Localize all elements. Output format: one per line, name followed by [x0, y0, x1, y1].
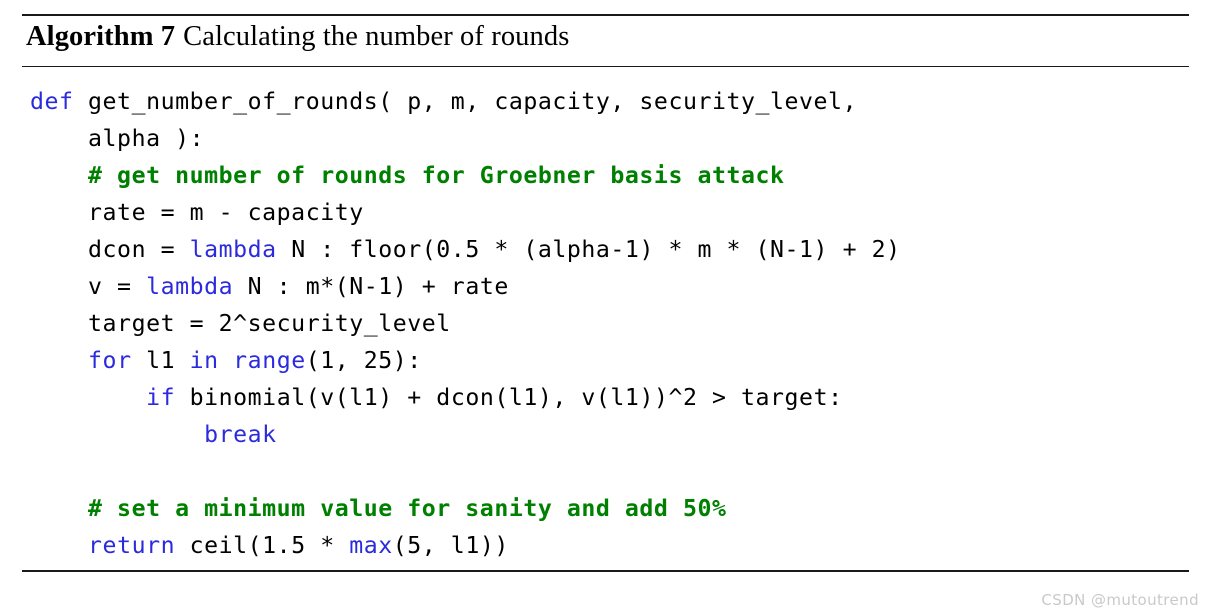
algorithm-caption-rule	[22, 66, 1189, 67]
code-token-kw: lambda	[189, 236, 277, 263]
code-line: break	[30, 416, 1189, 453]
code-token-plain: (5, l1))	[392, 532, 509, 559]
code-line: v = lambda N : m*(N-1) + rate	[30, 268, 1189, 305]
algorithm-bottom-rule	[22, 570, 1189, 572]
code-token-kw: in	[189, 347, 219, 374]
code-token-plain: N : m*(N-1) + rate	[233, 273, 509, 300]
algorithm-code-block: def get_number_of_rounds( p, m, capacity…	[22, 83, 1189, 564]
code-token-plain: N : floor(0.5 * (alpha-1) * m * (N-1) + …	[276, 236, 901, 263]
code-line: rate = m - capacity	[30, 194, 1189, 231]
algorithm-title-label: Calculating the number of rounds	[183, 21, 570, 52]
code-token-plain: binomial(v(l1) + dcon(l1), v(l1))^2 > ta…	[175, 384, 843, 411]
code-token-kw: def	[30, 88, 74, 115]
algorithm-caption: Algorithm 7 Calculating the number of rou…	[22, 16, 1189, 61]
algorithm-float: Algorithm 7 Calculating the number of rou…	[0, 0, 1211, 610]
code-line: # get number of rounds for Groebner basi…	[30, 157, 1189, 194]
code-token-plain: v =	[30, 273, 147, 300]
code-line: target = 2^security_level	[30, 305, 1189, 342]
code-token-kw: max	[349, 532, 393, 559]
algorithm-number-label: Algorithm 7	[26, 21, 176, 52]
code-token-kw: return	[88, 532, 176, 559]
code-token-plain: get_number_of_rounds( p, m, capacity, se…	[73, 88, 858, 115]
code-token-plain: dcon =	[30, 236, 190, 263]
code-line: alpha ):	[30, 120, 1189, 157]
watermark-label: CSDN @mutoutrend	[1041, 591, 1199, 609]
code-token-plain: target = 2^security_level	[30, 310, 451, 337]
code-line: if binomial(v(l1) + dcon(l1), v(l1))^2 >…	[30, 379, 1189, 416]
code-token-plain: (1, 25):	[305, 347, 422, 374]
code-token-com: # get number of rounds for Groebner basi…	[30, 162, 785, 189]
code-token-plain: l1	[131, 347, 190, 374]
code-line: for l1 in range(1, 25):	[30, 342, 1189, 379]
code-token-kw: break	[204, 421, 277, 448]
code-token-kw: range	[233, 347, 306, 374]
code-token-kw: for	[88, 347, 132, 374]
code-token-plain: rate = m - capacity	[30, 199, 364, 226]
code-token-kw: lambda	[146, 273, 234, 300]
code-line: # set a minimum value for sanity and add…	[30, 490, 1189, 527]
code-token-plain: alpha ):	[30, 125, 205, 152]
code-line: def get_number_of_rounds( p, m, capacity…	[30, 83, 1189, 120]
code-line: dcon = lambda N : floor(0.5 * (alpha-1) …	[30, 231, 1189, 268]
code-token-kw: if	[146, 384, 176, 411]
code-token-plain: ceil(1.5 *	[175, 532, 350, 559]
code-token-com: # set a minimum value for sanity and add…	[30, 495, 727, 522]
code-line: return ceil(1.5 * max(5, l1))	[30, 527, 1189, 564]
